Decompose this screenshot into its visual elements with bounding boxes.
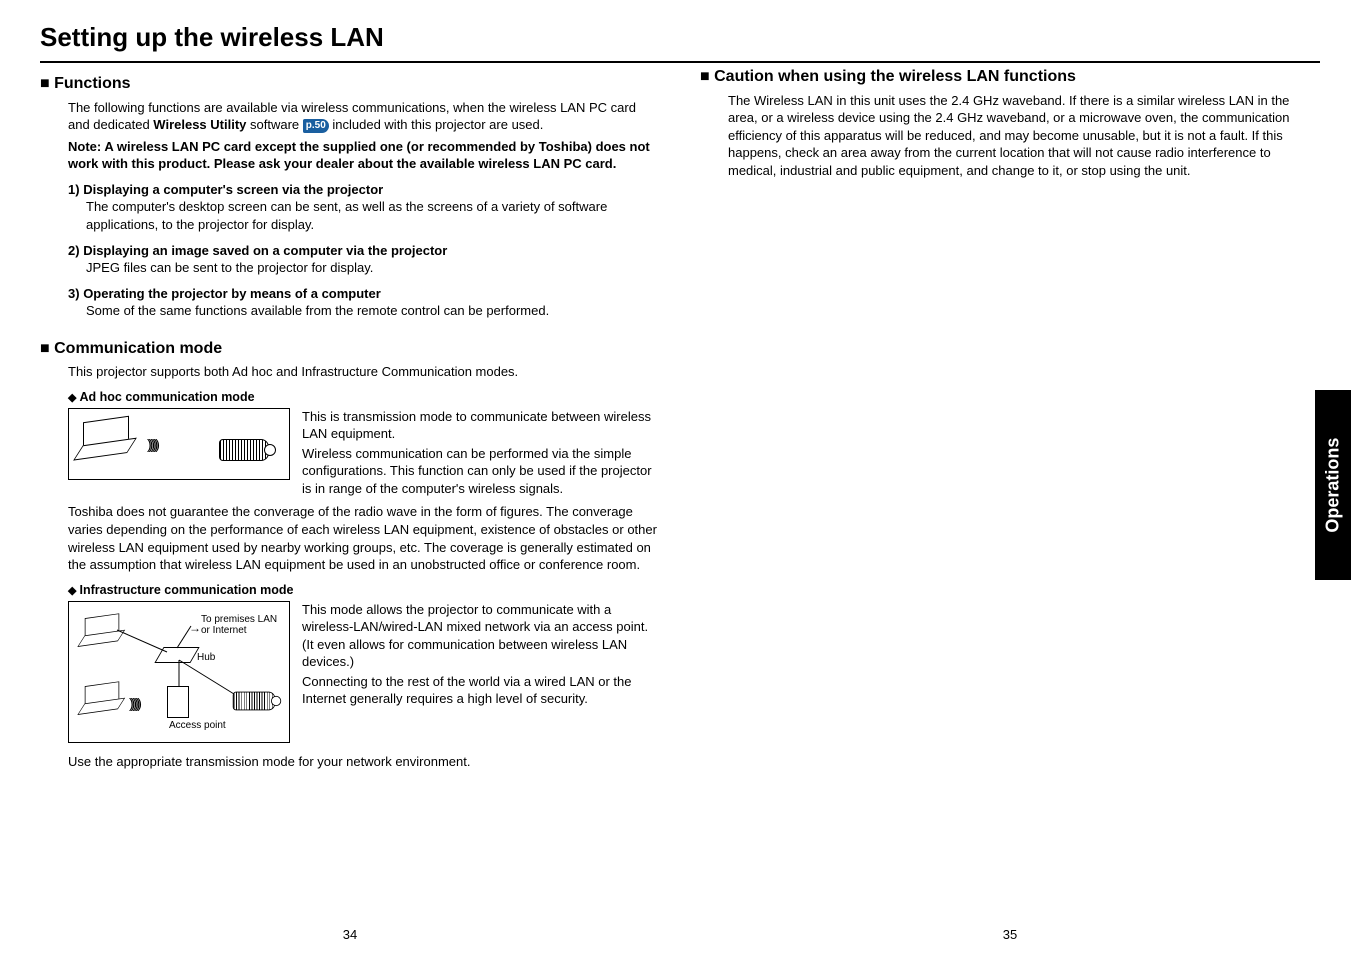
adhoc-text: This is transmission mode to communicate… — [302, 408, 660, 498]
comm-intro: This projector supports both Ad hoc and … — [68, 363, 660, 381]
side-tab-label: Operations — [1321, 437, 1345, 532]
infra-figure: )))))) → To premises LAN or Internet Hub… — [68, 601, 290, 743]
functions-body: The following functions are available vi… — [68, 99, 660, 320]
adhoc-label: Ad hoc communication mode — [68, 389, 660, 406]
comm-heading: Communication mode — [40, 338, 660, 360]
caution-body: The Wireless LAN in this unit uses the 2… — [728, 92, 1320, 180]
functions-heading: Functions — [40, 73, 660, 95]
page-number-right: 35 — [700, 926, 1320, 944]
function-item-3: 3) Operating the projector by means of a… — [68, 285, 660, 320]
caution-heading: Caution when using the wireless LAN func… — [700, 66, 1320, 88]
functions-intro: The following functions are available vi… — [68, 99, 660, 134]
adhoc-figure: )))))) — [68, 408, 290, 480]
page-ref-p50[interactable]: p.50 — [303, 119, 329, 133]
infra-row: )))))) → To premises LAN or Internet Hub… — [68, 601, 660, 743]
page-title: Setting up the wireless LAN — [40, 20, 660, 59]
adhoc-row: )))))) This is transmission mode to comm… — [68, 408, 660, 498]
infra-label: Infrastructure communication mode — [68, 582, 660, 599]
comm-body: This projector supports both Ad hoc and … — [68, 363, 660, 770]
functions-note: Note: A wireless LAN PC card except the … — [68, 138, 660, 173]
projector-icon — [219, 439, 269, 461]
wireless-waves-icon: )))))) — [147, 435, 157, 454]
laptop-icon — [83, 415, 129, 451]
function-item-1: 1) Displaying a computer's screen via th… — [68, 181, 660, 234]
infra-text: This mode allows the projector to commun… — [302, 601, 660, 708]
right-page: Caution when using the wireless LAN func… — [700, 20, 1320, 183]
function-item-2: 2) Displaying an image saved on a comput… — [68, 242, 660, 277]
connector-lines — [69, 602, 289, 742]
page-number-left: 34 — [40, 926, 660, 944]
side-tab-operations[interactable]: Operations — [1315, 390, 1351, 580]
comm-closing: Use the appropriate transmission mode fo… — [68, 753, 660, 771]
adhoc-below: Toshiba does not guarantee the converage… — [68, 503, 660, 573]
access-point-icon — [167, 686, 189, 718]
left-page: Setting up the wireless LAN Functions Th… — [40, 20, 660, 774]
